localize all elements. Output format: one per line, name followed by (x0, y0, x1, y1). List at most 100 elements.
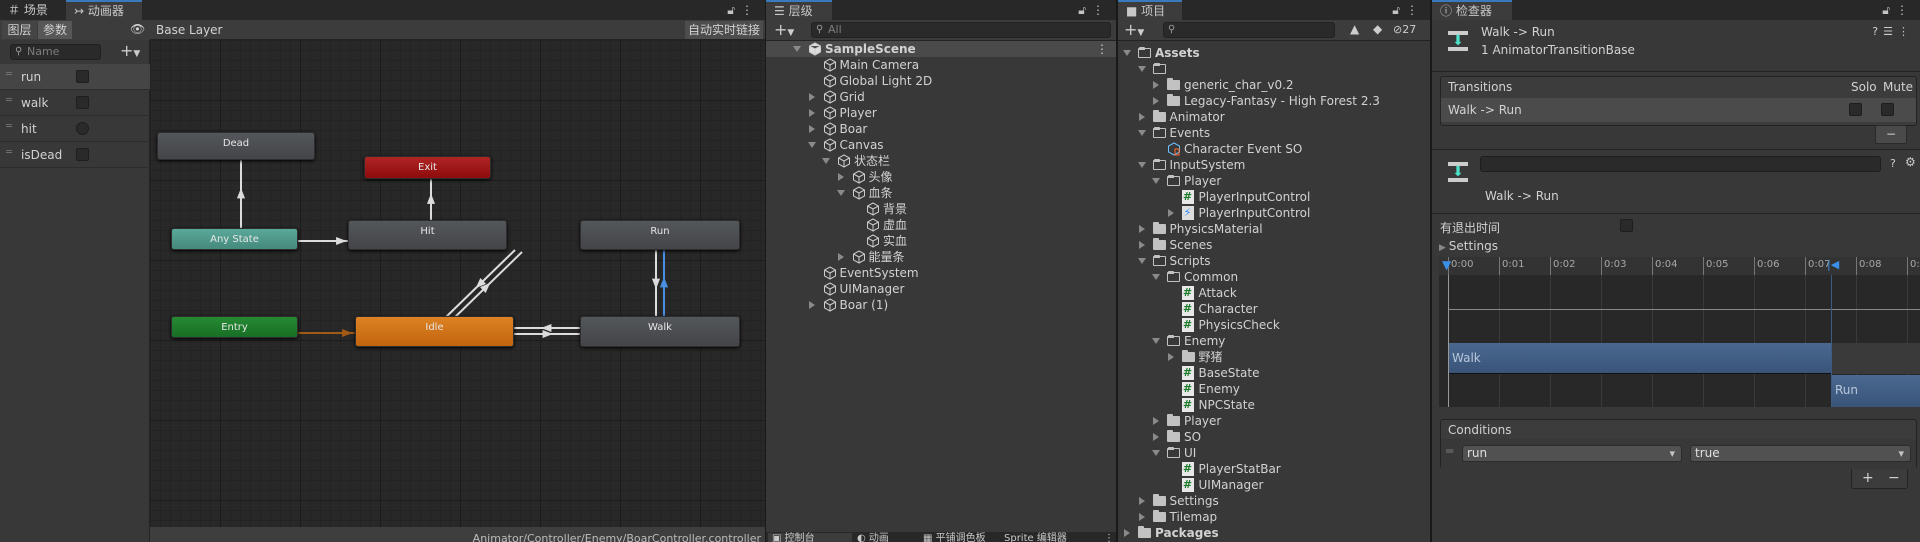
caret-right-icon[interactable] (808, 93, 815, 101)
caret-right-icon[interactable] (1153, 81, 1159, 89)
tab-tile-palette[interactable]: ▦ 平铺调色板 (919, 533, 986, 542)
hidden-packages-toggle[interactable]: ⊘27 (1393, 23, 1416, 36)
caret-down-icon[interactable] (836, 190, 845, 196)
more-icon[interactable]: ⋮ (1898, 25, 1914, 38)
tab-hierarchy[interactable]: ☰ 层级 (766, 0, 832, 20)
auto-live-link-button[interactable]: 自动实时链接 (684, 21, 763, 39)
solo-checkbox[interactable] (1849, 103, 1862, 116)
project-item[interactable]: SO (1118, 429, 1430, 445)
mute-checkbox[interactable] (1881, 103, 1894, 116)
project-item[interactable]: InputSystem (1118, 157, 1430, 173)
hierarchy-item[interactable]: Boar (766, 121, 1116, 137)
project-item[interactable]: # PlayerInputControl (1118, 189, 1430, 205)
transition-end-marker-icon[interactable]: |◀ (1827, 258, 1839, 271)
project-item[interactable]: Animator (1118, 109, 1430, 125)
transition-row[interactable]: Walk -> Run (1441, 98, 1916, 122)
parameter-checkbox[interactable] (76, 70, 89, 83)
eye-icon[interactable]: 👁︎ (130, 22, 145, 36)
help-icon[interactable]: ? (1890, 157, 1896, 170)
caret-down-icon[interactable] (1137, 66, 1146, 72)
drag-handle-icon[interactable]: ═ (6, 121, 12, 132)
caret-right-icon[interactable] (837, 253, 844, 261)
gear-icon[interactable]: ⚙ (1905, 155, 1916, 169)
hierarchy-item[interactable]: 能量条 (766, 249, 1116, 265)
transition-name-input[interactable] (1480, 156, 1881, 172)
parameter-row[interactable]: ═ run (0, 64, 150, 90)
transition-idle-run[interactable] (449, 251, 523, 323)
caret-right-icon[interactable] (1124, 529, 1130, 537)
project-item[interactable]: # BaseState (1118, 365, 1430, 381)
caret-right-icon[interactable] (1153, 433, 1159, 441)
project-item[interactable]: ⚡ PlayerInputControl (1118, 205, 1430, 221)
parameter-row[interactable]: ═ walk (0, 90, 150, 116)
caret-right-icon[interactable] (1167, 353, 1174, 361)
create-button[interactable]: +▼ (774, 20, 794, 39)
project-item[interactable]: Player (1118, 413, 1430, 429)
create-button[interactable]: +▼ (1124, 20, 1144, 39)
preset-icon[interactable]: ☰ (1883, 25, 1898, 38)
project-item[interactable]: # Character (1118, 301, 1430, 317)
transition-hit-exit[interactable] (426, 179, 436, 220)
hierarchy-item[interactable]: Grid (766, 89, 1116, 105)
lock-icon[interactable]: 🔓︎⋮ (727, 0, 759, 20)
tab-animation[interactable]: ◐ 动画 (853, 533, 889, 542)
transition-timeline[interactable]: 0:00 0:01 0:02 0:03 0:04 0:05 0:06 0:07 0:08 0: W… (1439, 257, 1920, 407)
to-clip-bar[interactable]: Run (1831, 375, 1920, 407)
caret-right-icon[interactable] (808, 301, 815, 309)
add-parameter-button[interactable]: +▼ (120, 41, 140, 60)
project-item[interactable]: UI (1118, 445, 1430, 461)
caret-down-icon[interactable] (1137, 258, 1146, 264)
tab-project[interactable]: ■ 项目 (1118, 0, 1182, 20)
hierarchy-item[interactable]: 状态栏 (766, 153, 1116, 169)
caret-down-icon[interactable] (1152, 338, 1160, 344)
condition-parameter-dropdown[interactable]: run (1462, 445, 1682, 462)
parameter-checkbox[interactable] (76, 148, 89, 161)
hierarchy-search-input[interactable]: All (811, 22, 1111, 38)
caret-down-icon[interactable] (1152, 450, 1160, 456)
state-graph[interactable]: Dead Exit Any State Hit Run Entry Idle W… (150, 40, 765, 527)
caret-down-icon[interactable] (1152, 274, 1160, 280)
more-icon[interactable]: ⋮ (1096, 41, 1108, 57)
transition-walk-run[interactable] (659, 250, 669, 316)
tab-layers[interactable]: 图层 (2, 21, 37, 39)
hierarchy-item[interactable]: 实血 (766, 233, 1116, 249)
caret-right-icon[interactable] (1167, 209, 1174, 217)
project-item[interactable]: # Attack (1118, 285, 1430, 301)
transition-walk-idle[interactable] (514, 323, 580, 333)
caret-right-icon[interactable] (1153, 97, 1159, 105)
hierarchy-item[interactable]: 背景 (766, 201, 1116, 217)
hierarchy-item[interactable]: Global Light 2D (766, 73, 1116, 89)
hierarchy-item[interactable]: EventSystem (766, 265, 1116, 281)
transition-any-hit[interactable] (298, 236, 348, 246)
tab-parameters[interactable]: 参数 (38, 21, 72, 39)
caret-down-icon[interactable] (1137, 162, 1146, 168)
project-item[interactable]: # UIManager (1118, 477, 1430, 493)
project-item[interactable]: # PhysicsCheck (1118, 317, 1430, 333)
caret-right-icon[interactable] (837, 173, 844, 181)
lock-icon[interactable]: 🔓︎⋮ (1392, 0, 1424, 20)
remove-transition-button[interactable]: − (1875, 125, 1907, 144)
transition-run-walk[interactable] (651, 250, 661, 316)
state-run[interactable]: Run (580, 220, 740, 250)
parameter-row[interactable]: ═ hit (0, 116, 150, 142)
playhead-marker-icon[interactable]: ▼ (1442, 258, 1451, 272)
project-item[interactable]: Packages (1118, 525, 1430, 541)
transition-idle-walk[interactable] (514, 329, 580, 339)
project-item[interactable]: Legacy-Fantasy - High Forest 2.3 (1118, 93, 1430, 109)
project-item[interactable]: Enemy (1118, 333, 1430, 349)
transition-any-dead[interactable] (236, 160, 246, 228)
project-item[interactable] (1118, 61, 1430, 77)
caret-down-icon[interactable] (1123, 50, 1131, 56)
hierarchy-item[interactable]: 血条 (766, 185, 1116, 201)
project-search-input[interactable] (1163, 22, 1335, 38)
project-item[interactable]: Player (1118, 173, 1430, 189)
lock-icon[interactable]: 🔓︎⋮ (1882, 0, 1914, 20)
hierarchy-item[interactable]: 虚血 (766, 217, 1116, 233)
hierarchy-item[interactable]: Player (766, 105, 1116, 121)
transition-entry-idle[interactable] (298, 328, 355, 338)
caret-down-icon[interactable] (793, 46, 801, 52)
caret-right-icon[interactable] (1138, 241, 1145, 249)
param-search-input[interactable]: Name (10, 44, 101, 60)
settings-foldout[interactable]: ▶ Settings (1439, 239, 1498, 253)
filter-type-icon[interactable]: ▲ (1350, 22, 1359, 36)
